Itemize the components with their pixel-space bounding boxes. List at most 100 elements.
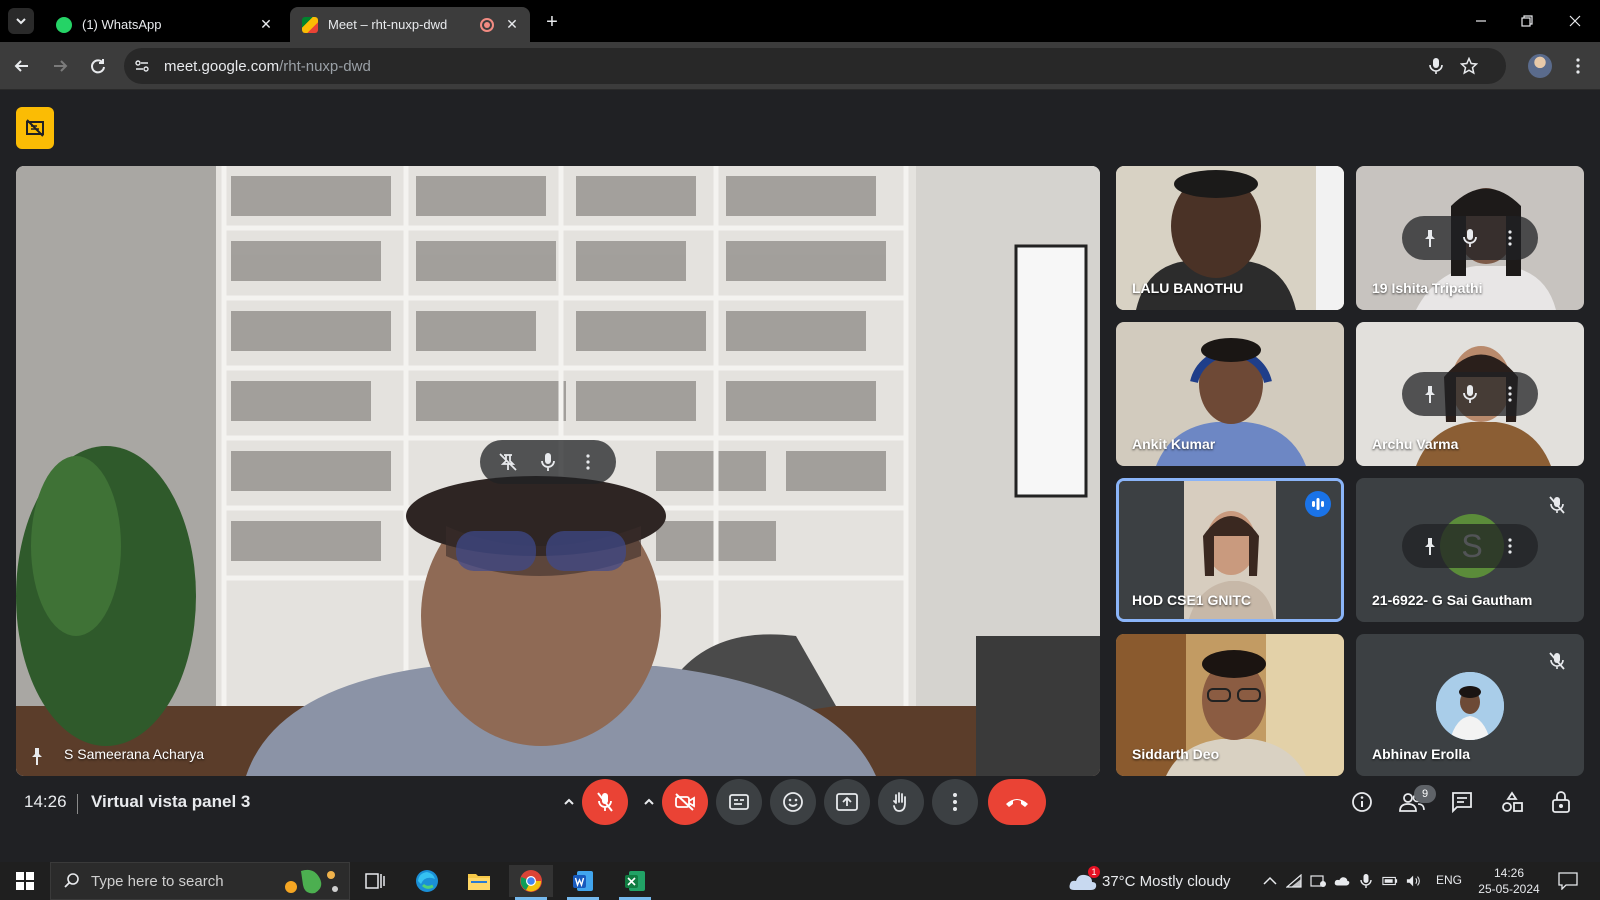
- host-controls-button[interactable]: [1546, 786, 1578, 818]
- divider: [77, 794, 78, 814]
- tab-meet[interactable]: Meet – rht-nuxp-dwd ✕: [290, 7, 530, 42]
- taskbar-word[interactable]: [561, 865, 605, 900]
- microphone-icon: [1463, 385, 1477, 403]
- more-options-button[interactable]: [1495, 223, 1525, 253]
- participant-tile[interactable]: Archu Varma: [1356, 322, 1584, 466]
- participant-tile[interactable]: LALU BANOTHU: [1116, 166, 1344, 310]
- pin-button[interactable]: [1415, 223, 1445, 253]
- meeting-details-button[interactable]: [1346, 786, 1378, 818]
- participant-name: 19 Ishita Tripathi: [1372, 280, 1483, 296]
- more-options-button[interactable]: [932, 779, 978, 825]
- raise-hand-button[interactable]: [878, 779, 924, 825]
- weather-text: 37°C Mostly cloudy: [1102, 873, 1231, 890]
- tab-search-button[interactable]: [8, 8, 34, 34]
- meet-present-tray-icon[interactable]: [1310, 873, 1326, 889]
- bookmark-star-icon[interactable]: [1460, 57, 1478, 75]
- chat-button[interactable]: [1446, 786, 1478, 818]
- volume-icon[interactable]: [1406, 873, 1422, 889]
- close-tab-icon[interactable]: ✕: [502, 15, 522, 35]
- microphone-icon: [1463, 229, 1477, 247]
- onedrive-icon[interactable]: [1334, 873, 1350, 889]
- edge-browser-icon: [416, 870, 438, 892]
- address-bar[interactable]: meet.google.com/rht-nuxp-dwd: [124, 48, 1506, 84]
- participant-tile[interactable]: S 21-6922- G Sai Gautham: [1356, 478, 1584, 622]
- recording-indicator-icon: [480, 17, 494, 32]
- task-view-button[interactable]: [353, 865, 397, 897]
- restore-button[interactable]: [1512, 8, 1542, 34]
- new-tab-button[interactable]: +: [540, 10, 564, 34]
- toggle-camera-button[interactable]: [662, 779, 708, 825]
- more-options-button[interactable]: [1495, 379, 1525, 409]
- recording-badge[interactable]: [16, 107, 54, 149]
- taskbar-edge[interactable]: [405, 865, 449, 897]
- mic-off-icon: [1546, 650, 1568, 672]
- mic-button[interactable]: [1455, 379, 1485, 409]
- pin-icon: [1425, 230, 1435, 247]
- closed-captions-icon: [729, 794, 749, 810]
- show-hidden-icons-button[interactable]: [1262, 873, 1278, 889]
- taskbar-search[interactable]: Type here to search: [50, 862, 350, 900]
- hand-icon: [893, 792, 906, 812]
- taskbar-file-explorer[interactable]: [457, 865, 501, 897]
- close-tab-icon[interactable]: ✕: [256, 15, 276, 35]
- browser-tab-strip: (1) WhatsApp ✕ Meet – rht-nuxp-dwd ✕ +: [0, 0, 1600, 42]
- participant-name: Archu Varma: [1372, 436, 1459, 452]
- tab-whatsapp[interactable]: (1) WhatsApp ✕: [44, 7, 284, 42]
- mic-button[interactable]: [1455, 223, 1485, 253]
- profile-avatar[interactable]: [1528, 54, 1552, 78]
- back-button[interactable]: [8, 52, 36, 80]
- chevron-up-icon: [1263, 876, 1277, 885]
- forward-button[interactable]: [46, 52, 74, 80]
- google-meet-icon: [302, 16, 318, 33]
- chevron-up-icon: [564, 798, 574, 805]
- more-options-button[interactable]: [1495, 531, 1525, 561]
- toggle-microphone-button[interactable]: [582, 779, 628, 825]
- reactions-button[interactable]: [770, 779, 816, 825]
- participant-name: 21-6922- G Sai Gautham: [1372, 592, 1533, 608]
- participant-tile-speaking[interactable]: HOD CSE1 GNITC: [1116, 478, 1344, 622]
- captions-button[interactable]: [716, 779, 762, 825]
- mic-button[interactable]: [533, 447, 563, 477]
- battery-icon[interactable]: [1382, 873, 1398, 889]
- pin-button[interactable]: [1415, 531, 1445, 561]
- participant-tile[interactable]: Siddarth Deo: [1116, 634, 1344, 776]
- leave-call-button[interactable]: [988, 779, 1046, 825]
- taskbar-excel[interactable]: [613, 865, 657, 900]
- unpin-button[interactable]: [493, 447, 523, 477]
- minimize-button[interactable]: [1466, 8, 1496, 34]
- microphone-tray-icon[interactable]: [1358, 873, 1374, 889]
- more-vert-icon: [586, 454, 590, 470]
- weather-widget[interactable]: 1 37°C Mostly cloudy: [1066, 866, 1236, 896]
- mic-off-icon: [1546, 494, 1568, 516]
- pin-button[interactable]: [1415, 379, 1445, 409]
- more-options-button[interactable]: [573, 447, 603, 477]
- wifi-icon[interactable]: [1286, 873, 1302, 889]
- participant-tile[interactable]: 19 Ishita Tripathi: [1356, 166, 1584, 310]
- chevron-up-icon: [644, 798, 654, 805]
- microphone-icon[interactable]: [1428, 57, 1444, 75]
- participant-name: HOD CSE1 GNITC: [1132, 592, 1252, 608]
- meeting-name: Virtual vista panel 3: [91, 792, 251, 811]
- participant-tile[interactable]: Ankit Kumar: [1116, 322, 1344, 466]
- browser-menu-button[interactable]: [1564, 52, 1592, 80]
- audio-settings-button[interactable]: [556, 779, 582, 825]
- chrome-icon: [520, 870, 542, 892]
- reload-button[interactable]: [84, 52, 112, 80]
- input-language[interactable]: ENG: [1436, 873, 1462, 887]
- reload-icon: [91, 59, 105, 74]
- present-screen-button[interactable]: [824, 779, 870, 825]
- mic-off-icon: [597, 792, 613, 812]
- activities-button[interactable]: [1496, 786, 1528, 818]
- start-button[interactable]: [3, 865, 47, 897]
- close-window-button[interactable]: [1560, 8, 1590, 34]
- site-info-icon[interactable]: [134, 58, 150, 74]
- participant-count-badge: 9: [1414, 785, 1436, 803]
- video-settings-button[interactable]: [636, 779, 662, 825]
- main-speaker-tile[interactable]: S Sameerana Acharya: [16, 166, 1100, 776]
- taskbar-chrome[interactable]: [509, 865, 553, 900]
- notification-center-button[interactable]: [1558, 872, 1578, 890]
- system-clock[interactable]: 14:26 25-05-2024: [1474, 864, 1544, 898]
- folder-icon: [468, 874, 490, 890]
- participant-name: Siddarth Deo: [1132, 746, 1220, 762]
- participant-tile[interactable]: Abhinav Erolla: [1356, 634, 1584, 776]
